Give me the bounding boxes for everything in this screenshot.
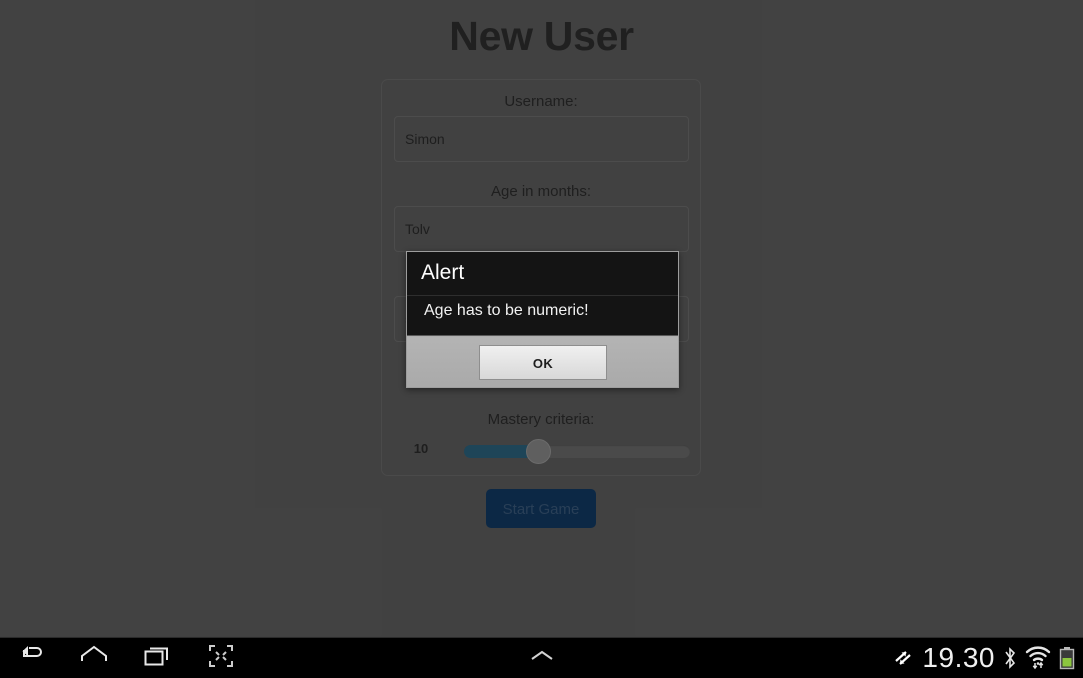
- back-icon: [18, 645, 46, 672]
- wifi-icon: [1025, 646, 1051, 670]
- battery-icon: [1059, 645, 1075, 671]
- alert-dialog: Alert Age has to be numeric! OK: [406, 251, 679, 388]
- bluetooth-icon: [1003, 646, 1017, 670]
- dialog-title: Alert: [421, 261, 465, 284]
- nav-expand-button[interactable]: [510, 638, 574, 678]
- nav-back-button[interactable]: [0, 638, 64, 678]
- status-icon-cluster[interactable]: 19.30: [892, 638, 1075, 678]
- dialog-ok-button[interactable]: OK: [479, 345, 607, 380]
- screenshot-icon: [208, 644, 234, 673]
- nav-recents-button[interactable]: [126, 638, 190, 678]
- dialog-body-panel: Alert Age has to be numeric!: [407, 252, 678, 336]
- home-icon: [79, 645, 109, 672]
- status-clock: 19.30: [922, 642, 995, 673]
- nav-home-button[interactable]: [62, 638, 126, 678]
- dialog-message: Age has to be numeric!: [424, 302, 589, 319]
- system-navigation-bar: 19.30: [0, 637, 1083, 678]
- dialog-title-divider: [407, 295, 678, 296]
- recents-icon: [144, 645, 172, 672]
- sync-arrows-icon: [892, 647, 914, 669]
- chevron-up-icon: [529, 649, 555, 668]
- dialog-button-bar: OK: [407, 337, 678, 387]
- nav-screenshot-button[interactable]: [189, 638, 253, 678]
